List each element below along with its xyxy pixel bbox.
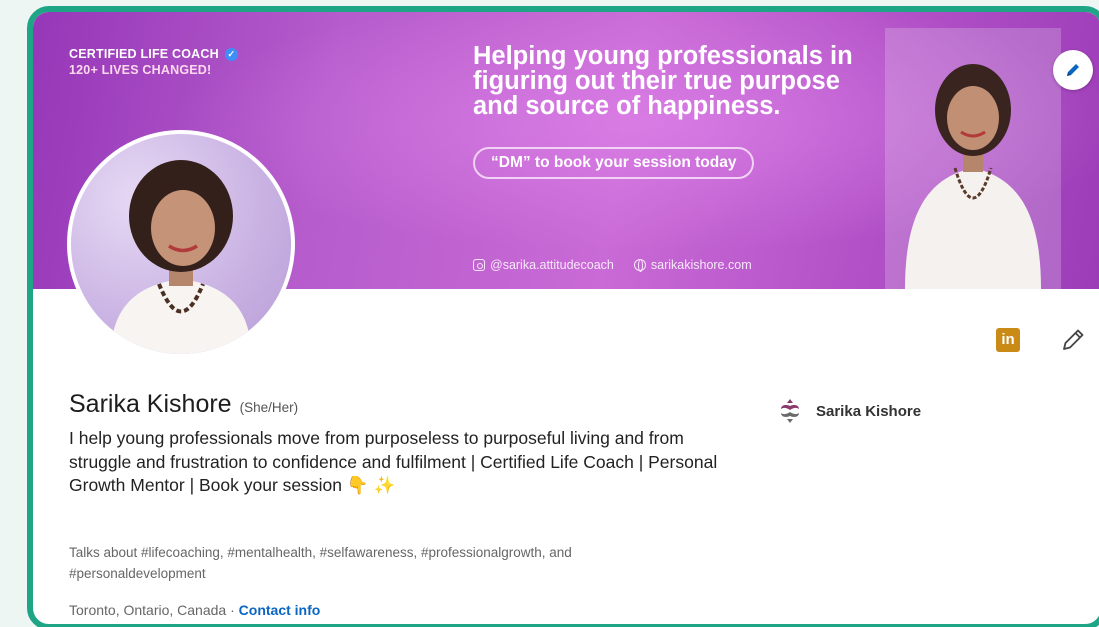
globe-icon <box>633 259 646 272</box>
certified-text: CERTIFIED LIFE COACH <box>69 47 219 61</box>
profile-headline: I help young professionals move from pur… <box>69 427 729 498</box>
pencil-icon <box>1067 64 1079 76</box>
banner-socials: @sarika.attitudecoach sarikakishore.com <box>473 258 752 272</box>
linkedin-icon[interactable]: in <box>996 328 1020 352</box>
profile-card: CERTIFIED LIFE COACH ✓ 120+ LIVES CHANGE… <box>27 6 1099 627</box>
headline-line: and source of happiness. <box>473 92 781 120</box>
location-row: Toronto, Ontario, Canada · Contact info <box>69 602 320 618</box>
edit-intro-button[interactable] <box>1058 324 1088 354</box>
instagram-icon <box>473 259 485 271</box>
lives-changed-text: 120+ LIVES CHANGED! <box>69 63 212 77</box>
headline-line: Helping young professionals in <box>473 42 853 70</box>
website-text: sarikakishore.com <box>650 258 752 272</box>
headline-line: figuring out their true purpose <box>473 67 840 95</box>
instagram-text: @sarika.attitudecoach <box>490 258 614 272</box>
talks-about: Talks about #lifecoaching, #mentalhealth… <box>69 545 572 581</box>
bio-emoji: 👇 ✨ <box>346 475 396 495</box>
current-company[interactable]: Sarika Kishore <box>776 397 921 425</box>
name-row: Sarika Kishore (She/Her) <box>69 390 298 419</box>
instagram-handle: @sarika.attitudecoach <box>473 258 614 272</box>
dm-cta-pill: “DM” to book your session today <box>473 147 755 179</box>
company-name: Sarika Kishore <box>816 402 922 420</box>
edit-banner-button[interactable] <box>1053 50 1093 90</box>
banner-portrait-photo <box>885 28 1061 289</box>
banner-headline: Helping young professionals in figuring … <box>473 42 933 120</box>
avatar-photo <box>111 160 251 354</box>
company-logo-icon <box>781 399 799 423</box>
profile-name: Sarika Kishore <box>69 390 232 418</box>
profile-avatar[interactable] <box>67 130 295 358</box>
pronouns: (She/Her) <box>239 400 299 415</box>
website-link: sarikakishore.com <box>633 258 752 272</box>
contact-info-link[interactable]: Contact info <box>239 602 321 618</box>
certification-block: CERTIFIED LIFE COACH ✓ 120+ LIVES CHANGE… <box>69 46 238 78</box>
separator-dot: · <box>226 602 239 618</box>
verified-badge-icon: ✓ <box>224 47 238 61</box>
location-text: Toronto, Ontario, Canada <box>69 602 227 618</box>
